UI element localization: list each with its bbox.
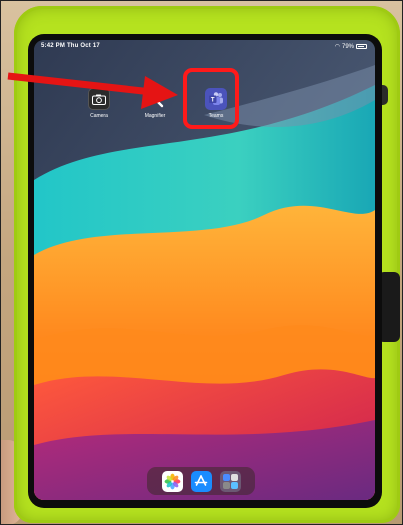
teams-highlight-box — [183, 68, 239, 129]
status-indicators: ◠ 79% — [335, 43, 367, 50]
folder-icon[interactable] — [219, 470, 241, 492]
app-camera[interactable]: Camera — [79, 88, 119, 119]
dock — [147, 467, 255, 495]
magnifier-icon — [144, 88, 166, 110]
status-time: 5:42 PM Thu Oct 17 — [41, 43, 100, 49]
app-magnifier[interactable]: Magnifier — [135, 88, 175, 119]
battery-icon — [356, 44, 367, 49]
camera-icon — [88, 88, 110, 110]
app-label: Camera — [90, 113, 108, 119]
photos-icon[interactable] — [161, 470, 183, 492]
wifi-icon: ◠ — [334, 44, 340, 50]
app-store-icon[interactable] — [190, 470, 212, 492]
battery-percent: 79% — [341, 43, 354, 50]
app-label: Magnifier — [144, 113, 166, 119]
